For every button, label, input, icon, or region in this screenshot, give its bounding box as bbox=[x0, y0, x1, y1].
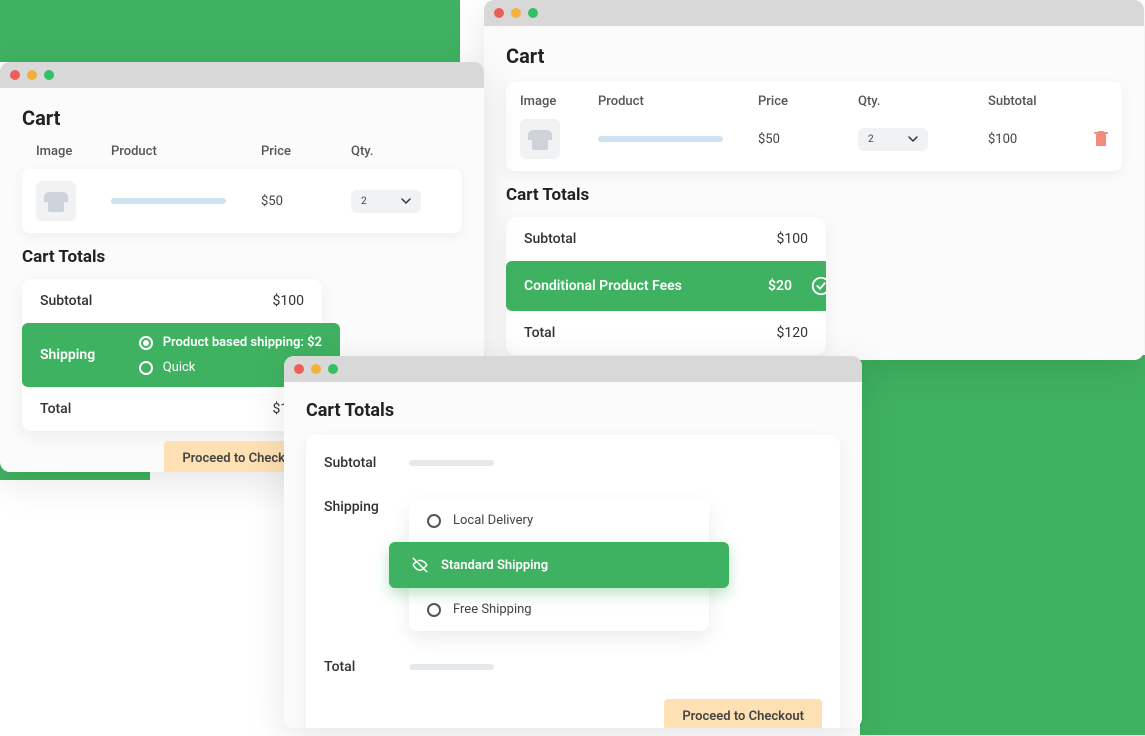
titlebar bbox=[0, 62, 484, 88]
shipping-label: Shipping bbox=[324, 499, 409, 515]
page-title: Cart Totals bbox=[306, 400, 840, 421]
total-label: Total bbox=[40, 401, 71, 417]
page-title: Cart bbox=[506, 44, 1122, 68]
cart-window-fees: Cart Image Product Price Qty. Subtotal $… bbox=[484, 0, 1144, 360]
col-price: Price bbox=[758, 94, 858, 109]
subtotal-label: Subtotal bbox=[324, 455, 409, 471]
totals-title: Cart Totals bbox=[22, 247, 462, 267]
item-price: $50 bbox=[261, 194, 351, 209]
col-qty: Qty. bbox=[351, 144, 441, 159]
qty-value: 2 bbox=[868, 134, 874, 145]
item-subtotal: $100 bbox=[988, 132, 1078, 147]
trash-icon[interactable] bbox=[1094, 131, 1108, 147]
checkout-button[interactable]: Proceed to Checkout bbox=[664, 699, 822, 728]
option-label: Free Shipping bbox=[453, 602, 532, 617]
titlebar bbox=[484, 0, 1144, 26]
titlebar bbox=[284, 356, 862, 382]
subtotal-value: $100 bbox=[273, 293, 304, 309]
eye-off-icon bbox=[411, 556, 429, 574]
subtotal-placeholder bbox=[409, 460, 494, 466]
col-product: Product bbox=[598, 94, 758, 109]
col-product: Product bbox=[111, 144, 261, 159]
shipping-label: Shipping bbox=[40, 347, 95, 363]
subtotal-value: $100 bbox=[777, 231, 808, 247]
col-subtotal: Subtotal bbox=[988, 94, 1078, 109]
quantity-stepper[interactable]: 2 bbox=[351, 190, 421, 213]
item-price: $50 bbox=[758, 132, 858, 147]
minimize-icon[interactable] bbox=[27, 70, 37, 80]
maximize-icon[interactable] bbox=[528, 8, 538, 18]
minimize-icon[interactable] bbox=[311, 364, 321, 374]
option-label: Quick bbox=[163, 360, 196, 375]
col-price: Price bbox=[261, 144, 351, 159]
option-label: Standard Shipping bbox=[441, 558, 548, 573]
page-title: Cart bbox=[22, 106, 462, 130]
total-label: Total bbox=[324, 659, 409, 675]
cart-totals-window: Cart Totals Subtotal Shipping Local Deli… bbox=[284, 356, 862, 728]
product-image bbox=[36, 181, 76, 221]
shipping-option-standard[interactable]: Standard Shipping bbox=[389, 542, 729, 588]
fee-label: Conditional Product Fees bbox=[524, 278, 682, 294]
table-row: $50 2 $100 bbox=[520, 119, 1108, 159]
totals-title: Cart Totals bbox=[506, 185, 1122, 205]
shipping-option-free[interactable]: Free Shipping bbox=[409, 588, 709, 631]
quantity-stepper[interactable]: 2 bbox=[858, 128, 928, 151]
subtotal-label: Subtotal bbox=[524, 231, 576, 247]
close-icon[interactable] bbox=[10, 70, 20, 80]
col-image: Image bbox=[36, 144, 111, 159]
shipping-option-local[interactable]: Local Delivery bbox=[409, 499, 709, 542]
close-icon[interactable] bbox=[294, 364, 304, 374]
col-qty: Qty. bbox=[858, 94, 988, 109]
product-image bbox=[520, 119, 560, 159]
product-name-placeholder bbox=[111, 198, 226, 204]
shipping-option-product-based[interactable]: Product based shipping: $2 bbox=[139, 335, 322, 350]
product-name-placeholder bbox=[598, 136, 723, 142]
option-label: Product based shipping: $2 bbox=[163, 335, 322, 350]
qty-value: 2 bbox=[361, 196, 367, 207]
minimize-icon[interactable] bbox=[511, 8, 521, 18]
total-placeholder bbox=[409, 664, 494, 670]
check-circle-icon bbox=[810, 275, 826, 297]
chevron-down-icon bbox=[908, 134, 918, 144]
col-image: Image bbox=[520, 94, 598, 109]
fee-value: $20 bbox=[768, 278, 792, 294]
subtotal-label: Subtotal bbox=[40, 293, 92, 309]
total-label: Total bbox=[524, 325, 555, 341]
maximize-icon[interactable] bbox=[44, 70, 54, 80]
maximize-icon[interactable] bbox=[328, 364, 338, 374]
close-icon[interactable] bbox=[494, 8, 504, 18]
chevron-down-icon bbox=[401, 196, 411, 206]
table-row: $50 2 bbox=[36, 181, 448, 221]
option-label: Local Delivery bbox=[453, 513, 533, 528]
total-value: $120 bbox=[777, 325, 808, 341]
